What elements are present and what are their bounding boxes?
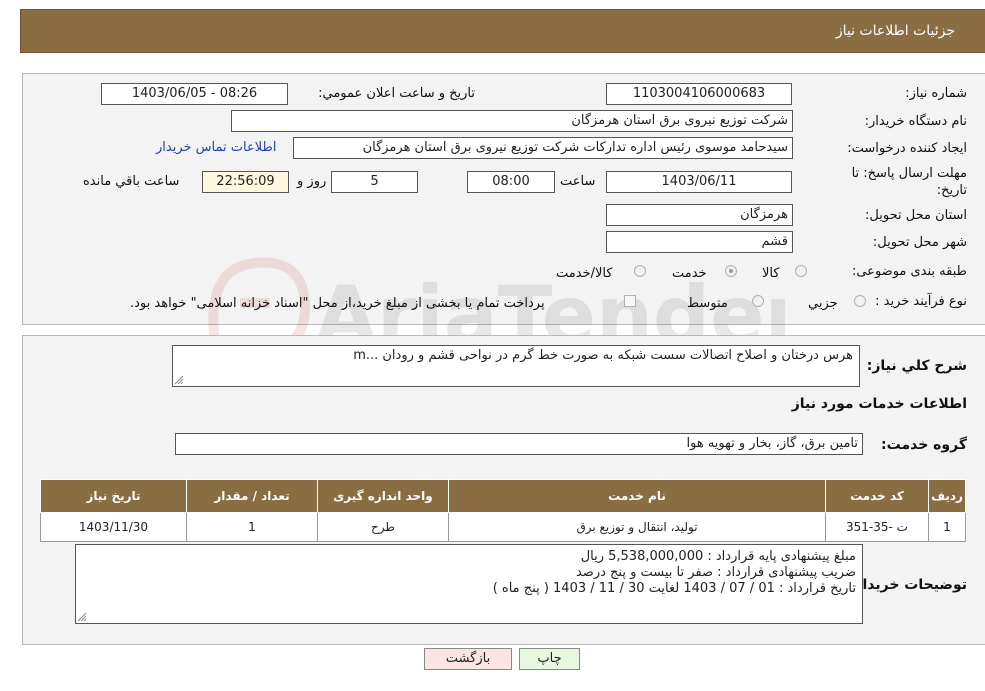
purchase-type-label: نوع فرآیند خرید : <box>875 294 967 309</box>
col-row: رديف <box>928 479 966 513</box>
resize-grip-icon[interactable] <box>175 376 183 384</box>
page-header: جزئیات اطلاعات نیاز <box>20 9 985 53</box>
purchase-note: پرداخت تمام یا بخشی از مبلغ خرید،از محل … <box>130 296 545 311</box>
category-option-goods-service: کالا/خدمت <box>556 266 613 281</box>
summary-textarea[interactable]: هرس درختان و اصلاح اتصالات سست شبکه به ص… <box>172 345 860 387</box>
days-field: 5 <box>331 171 418 193</box>
back-button[interactable]: بازگشت <box>424 648 512 670</box>
print-button[interactable]: چاپ <box>519 648 580 670</box>
need-number-field: 1103004106000683 <box>606 83 792 105</box>
buyer-notes-textarea[interactable]: مبلغ پیشنهادی پایه قرارداد : 5,538,000,0… <box>75 544 863 624</box>
cell-unit: طرح <box>317 512 449 542</box>
page-title: جزئیات اطلاعات نیاز <box>835 23 955 39</box>
category-radio-service[interactable] <box>725 265 737 277</box>
purchase-option-medium: متوسط <box>687 296 728 311</box>
cell-code: ت -35-351 <box>825 512 929 542</box>
summary-label: شرح کلي نياز: <box>866 358 967 374</box>
deadline-date-field: 1403/06/11 <box>606 171 792 193</box>
summary-text: هرس درختان و اصلاح اتصالات سست شبکه به ص… <box>353 348 853 363</box>
service-group-label: گروه خدمت: <box>881 437 967 453</box>
announce-label: تاریخ و ساعت اعلان عمومي: <box>318 86 475 101</box>
cell-qty: 1 <box>186 512 318 542</box>
purchase-option-minor: جزیي <box>808 296 838 311</box>
province-field: هرمزگان <box>606 204 793 226</box>
days-label: روز و <box>297 174 327 189</box>
purchase-radio-minor[interactable] <box>854 295 866 307</box>
category-option-service: خدمت <box>672 266 707 281</box>
buyer-notes-label: توضيحات خريدار: <box>848 577 967 593</box>
deadline-time-field: 08:00 <box>467 171 555 193</box>
deadline-time-label: ساعت <box>560 174 596 189</box>
buyer-note-line-2: ضریب پیشنهادی قرارداد : صفر تا بیست و پن… <box>575 565 856 580</box>
deadline-label-1: مهلت ارسال پاسخ: تا <box>851 166 967 181</box>
buyer-note-line-3: تاریخ قرارداد : 01 / 07 / 1403 لغایت 30 … <box>492 581 856 596</box>
remaining-time-field: 22:56:09 <box>202 171 289 193</box>
cell-name: تولید، انتقال و توزیع برق <box>448 512 826 542</box>
announce-field: 1403/06/05 - 08:26 <box>101 83 288 105</box>
need-number-label: شماره نیاز: <box>905 86 967 101</box>
col-qty: تعداد / مقدار <box>186 479 318 513</box>
col-unit: واحد اندازه گيری <box>317 479 449 513</box>
creator-label: ايجاد کننده درخواست: <box>847 141 967 156</box>
category-radio-goods-service[interactable] <box>634 265 646 277</box>
remaining-label: ساعت باقي مانده <box>83 174 180 189</box>
buyer-org-label: نام دستگاه خريدار: <box>864 114 967 129</box>
service-group-field: تامین برق، گاز، بخار و تهویه هوا <box>175 433 863 455</box>
creator-field: سیدحامد موسوی رئیس اداره تدارکات شرکت تو… <box>293 137 793 159</box>
category-option-goods: کالا <box>762 266 780 281</box>
category-radio-goods[interactable] <box>795 265 807 277</box>
buyer-note-line-1: مبلغ پیشنهادی پایه قرارداد : 5,538,000,0… <box>580 549 856 564</box>
cell-row: 1 <box>928 512 966 542</box>
city-field: قشم <box>606 231 793 253</box>
services-table: رديف کد خدمت نام خدمت واحد اندازه گيری ت… <box>40 479 966 542</box>
province-label: استان محل تحويل: <box>865 208 967 223</box>
treasury-checkbox[interactable] <box>624 295 636 307</box>
table-row: 1 ت -35-351 تولید، انتقال و توزیع برق طر… <box>40 512 966 542</box>
cell-date: 1403/11/30 <box>40 512 187 542</box>
services-section-title: اطلاعات خدمات مورد نياز <box>791 396 967 412</box>
col-code: کد خدمت <box>825 479 929 513</box>
col-date: تاريخ نياز <box>40 479 187 513</box>
deadline-label-2: تاریخ: <box>936 183 967 198</box>
buyer-contact-link[interactable]: اطلاعات تماس خريدار <box>156 140 276 155</box>
table-header-row: رديف کد خدمت نام خدمت واحد اندازه گيری ت… <box>40 479 966 513</box>
purchase-radio-medium[interactable] <box>752 295 764 307</box>
buyer-org-field: شرکت توزیع نیروی برق استان هرمزگان <box>231 110 793 132</box>
city-label: شهر محل تحويل: <box>872 235 967 250</box>
col-name: نام خدمت <box>448 479 826 513</box>
resize-grip-icon[interactable] <box>78 613 86 621</box>
category-label: طبقه بندی موضوعی: <box>851 264 967 279</box>
